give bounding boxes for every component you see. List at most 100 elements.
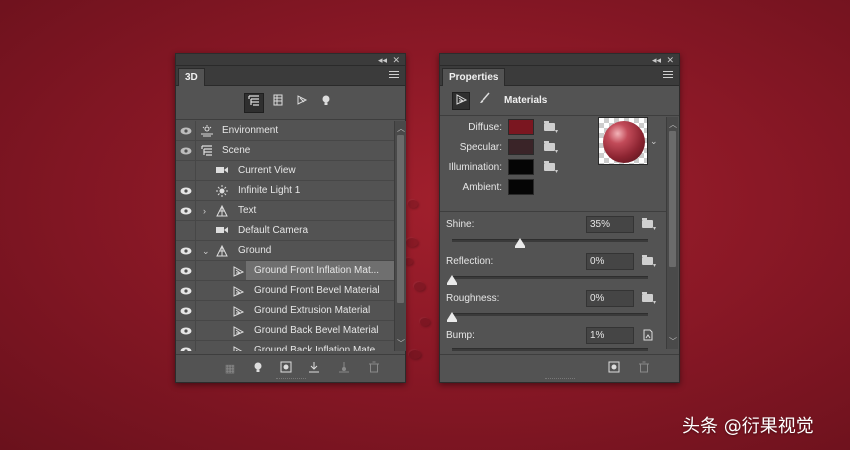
eye-icon[interactable] — [176, 261, 196, 281]
panel-menu-icon[interactable] — [663, 71, 673, 80]
brush-icon[interactable] — [476, 92, 494, 110]
bump-texture-icon[interactable] — [642, 329, 654, 344]
mesh-icon — [216, 244, 228, 257]
eye-icon[interactable] — [176, 321, 196, 341]
bump-slider-track[interactable] — [452, 348, 648, 351]
scroll-up-icon[interactable]: ︿ — [395, 123, 407, 134]
expand-arrow-icon[interactable]: › — [203, 201, 206, 221]
material-type-icon[interactable] — [452, 92, 470, 110]
collapse-arrow-icon[interactable]: ⌄ — [202, 241, 210, 261]
shine-slider-track[interactable] — [452, 239, 648, 242]
add-light-icon[interactable] — [250, 361, 266, 377]
tree-row-label: Ground Extrusion Material — [254, 305, 371, 316]
scrollbar-thumb[interactable] — [669, 131, 676, 267]
eye-icon[interactable] — [176, 341, 196, 351]
eye-icon[interactable] — [176, 301, 196, 321]
tree-row-label: Infinite Light 1 — [238, 185, 301, 196]
roughness-folder-icon[interactable]: ▾ — [642, 292, 656, 306]
properties-scrollbar[interactable]: ︿ ﹀ — [666, 117, 678, 349]
roughness-slider-handle[interactable] — [447, 312, 457, 322]
eye-icon[interactable] — [176, 201, 196, 221]
resize-grip[interactable] — [275, 378, 306, 381]
close-icon[interactable]: ✕ — [392, 54, 400, 66]
camera-icon — [216, 165, 228, 177]
scroll-up-icon[interactable]: ︿ — [667, 119, 679, 130]
scene-icon — [201, 145, 213, 157]
resize-grip[interactable] — [544, 378, 575, 381]
eye-icon[interactable] — [176, 181, 196, 201]
illumination-swatch[interactable] — [508, 159, 534, 175]
tree-scrollbar[interactable]: ︿ ﹀ — [394, 121, 406, 351]
scroll-down-icon[interactable]: ﹀ — [667, 336, 679, 347]
tree-row-current-view[interactable]: Current View — [176, 161, 406, 181]
mesh-add-icon[interactable]: ▦ — [222, 361, 238, 377]
illumination-folder-icon[interactable]: ▾ — [544, 161, 558, 175]
mesh-filter-icon[interactable] — [268, 93, 288, 113]
shine-field[interactable]: 35% — [586, 216, 634, 233]
render-icon[interactable] — [606, 361, 622, 377]
collapse-icon[interactable]: ◂◂ — [652, 54, 661, 66]
delete-icon[interactable] — [366, 361, 382, 377]
tree-row-ground-back-bevel[interactable]: Ground Back Bevel Material — [176, 321, 406, 341]
scroll-down-icon[interactable]: ﹀ — [395, 338, 407, 349]
tree-row-infinite-light[interactable]: Infinite Light 1 — [176, 181, 406, 201]
camera-icon — [216, 225, 228, 237]
roughness-field[interactable]: 0% — [586, 290, 634, 307]
eye-blank[interactable] — [176, 161, 196, 181]
reflection-field[interactable]: 0% — [586, 253, 634, 270]
panel-menu-icon[interactable] — [389, 71, 399, 80]
preview-dropdown-icon[interactable]: ⌄ — [650, 136, 658, 147]
tree-row-ground[interactable]: ⌄ Ground — [176, 241, 406, 261]
material-icon — [232, 285, 245, 297]
reflection-folder-icon[interactable]: ▾ — [642, 255, 656, 269]
render-icon[interactable] — [278, 361, 294, 377]
specular-label: Specular: — [459, 142, 502, 153]
bump-field[interactable]: 1% — [586, 327, 634, 344]
tree-row-label: Environment — [222, 125, 279, 136]
tree-row-label: Current View — [238, 165, 296, 176]
roughness-slider-track[interactable] — [452, 313, 648, 316]
reflection-slider-track[interactable] — [452, 276, 648, 279]
specular-swatch[interactable] — [508, 139, 534, 155]
tree-row-ground-back-inflation[interactable]: Ground Back Inflation Mate... — [176, 341, 406, 351]
environment-icon — [201, 125, 213, 137]
diffuse-folder-icon[interactable]: ▾ — [544, 121, 558, 135]
properties-bottom-toolbar — [440, 354, 679, 382]
shine-slider-handle[interactable] — [515, 238, 525, 248]
material-filter-icon[interactable] — [292, 93, 312, 113]
tree-row-ground-front-inflation[interactable]: Ground Front Inflation Mat... — [176, 261, 406, 281]
tab-properties[interactable]: Properties — [442, 68, 506, 86]
diffuse-swatch[interactable] — [508, 119, 534, 135]
eye-icon[interactable] — [176, 141, 196, 161]
material-icon — [232, 265, 245, 277]
add-constraint-icon[interactable] — [336, 361, 352, 377]
tree-row-label: Ground Back Bevel Material — [254, 325, 379, 336]
specular-folder-icon[interactable]: ▾ — [544, 141, 558, 155]
delete-icon[interactable] — [636, 361, 652, 377]
tree-row-ground-extrusion[interactable]: Ground Extrusion Material — [176, 301, 406, 321]
panel-3d-tabbar: 3D — [176, 66, 405, 86]
ambient-swatch[interactable] — [508, 179, 534, 195]
tree-row-text[interactable]: › Text — [176, 201, 406, 221]
eye-icon[interactable] — [176, 281, 196, 301]
scene-filter-icon[interactable] — [244, 93, 264, 113]
tree-row-scene[interactable]: Scene — [176, 141, 406, 161]
scrollbar-thumb[interactable] — [397, 135, 404, 303]
close-icon[interactable]: ✕ — [666, 54, 674, 66]
tab-3d[interactable]: 3D — [178, 68, 205, 86]
tree-row-label: Default Camera — [238, 225, 309, 236]
shine-folder-icon[interactable]: ▾ — [642, 218, 656, 232]
collapse-icon[interactable]: ◂◂ — [378, 54, 387, 66]
tree-row-label: Scene — [222, 145, 251, 156]
eye-icon[interactable] — [176, 241, 196, 261]
drop-to-ground-icon[interactable] — [306, 361, 322, 377]
light-filter-icon[interactable] — [316, 93, 336, 113]
reflection-slider-handle[interactable] — [447, 275, 457, 285]
tree-row-ground-front-bevel[interactable]: Ground Front Bevel Material — [176, 281, 406, 301]
material-preview[interactable] — [598, 117, 648, 165]
eye-blank[interactable] — [176, 221, 196, 241]
eye-icon[interactable] — [176, 121, 196, 141]
material-sphere — [603, 121, 645, 163]
tree-row-default-camera[interactable]: Default Camera — [176, 221, 406, 241]
tree-row-environment[interactable]: Environment — [176, 121, 406, 141]
